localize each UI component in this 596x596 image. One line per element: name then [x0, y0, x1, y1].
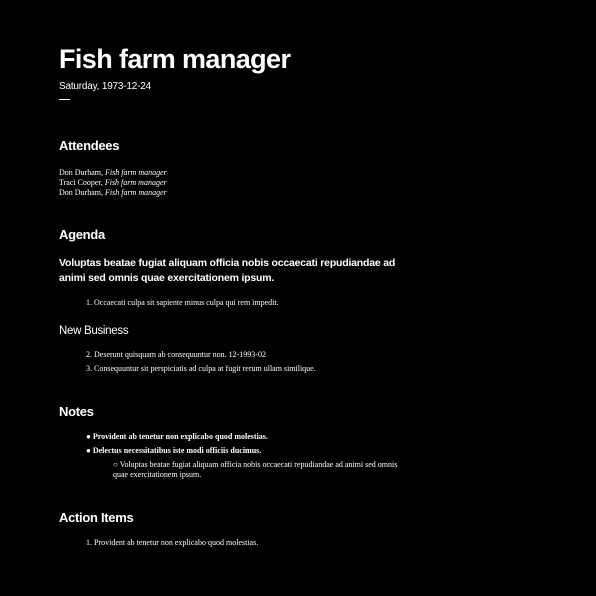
attendee-item: Don Durham, Fish farm manager [59, 188, 167, 197]
attendee-role: Fish farm manager [105, 188, 167, 197]
list-item: 1. Provident ab tenetur non explicabo qu… [59, 538, 439, 548]
list-item-text: Delectus necessitatibus iste modi offici… [92, 446, 262, 455]
attendee-item: Traci Cooper, Fish farm manager [59, 178, 167, 187]
list-item-text: Provident ab tenetur non explicabo quod … [94, 538, 259, 547]
list-item: ● Provident ab tenetur non explicabo quo… [59, 432, 439, 442]
agenda-heading: Agenda [59, 227, 105, 242]
attendee-name: Traci Cooper [59, 178, 101, 187]
action-items-heading: Action Items [59, 510, 134, 525]
list-item-number: 2. [86, 350, 92, 359]
page-title: Fish farm manager [59, 44, 291, 74]
list-item: 1. Occaecati culpa sit sapiente minus cu… [59, 298, 439, 308]
list-item-text: Deserunt quisquam ab consequuntur non. 1… [94, 350, 266, 359]
notes-heading: Notes [59, 404, 94, 419]
list-item-text: Occaecati culpa sit sapiente minus culpa… [94, 298, 279, 307]
notes-list: ● Provident ab tenetur non explicabo quo… [59, 432, 439, 480]
attendees-list: Don Durham, Fish farm manager Traci Coop… [59, 168, 439, 198]
list-item: ● Delectus necessitatibus iste modi offi… [59, 446, 439, 456]
new-business-heading: New Business [59, 325, 129, 337]
meeting-minutes-document: Fish farm manager Saturday, 1973-12-24 A… [59, 42, 439, 548]
list-item: 2. Deserunt quisquam ab consequuntur non… [59, 350, 439, 360]
list-item-text: Voluptas beatae fugiat aliquam officia n… [113, 460, 398, 479]
hollow-bullet-icon: ○ [113, 460, 118, 469]
new-business-list: 2. Deserunt quisquam ab consequuntur non… [59, 350, 439, 374]
list-item-number: 1. [86, 538, 92, 547]
title-divider [59, 99, 70, 100]
attendee-name: Don Durham [59, 188, 101, 197]
attendee-role: Fish farm manager [104, 178, 167, 187]
list-item-text: Consequuntur sit perspiciatis ad culpa a… [94, 364, 316, 373]
list-item: 3. Consequuntur sit perspiciatis ad culp… [59, 364, 439, 374]
agenda-list: 1. Occaecati culpa sit sapiente minus cu… [59, 298, 439, 308]
attendee-item: Don Durham, Fish farm manager [59, 168, 167, 177]
meeting-date: Saturday, 1973-12-24 [59, 81, 151, 92]
action-items-list: 1. Provident ab tenetur non explicabo qu… [59, 538, 439, 548]
bullet-icon: ● [86, 446, 91, 455]
bullet-icon: ● [86, 432, 91, 441]
list-item-number: 3. [86, 364, 92, 373]
sub-list-item: ○ Voluptas beatae fugiat aliquam officia… [59, 460, 413, 480]
attendees-heading: Attendees [59, 138, 120, 153]
agenda-lead-text: Voluptas beatae fugiat aliquam officia n… [59, 257, 396, 284]
attendee-role: Fish farm manager [105, 168, 167, 177]
list-item-number: 1. [86, 298, 92, 307]
attendee-name: Don Durham [59, 168, 101, 177]
list-item-text: Provident ab tenetur non explicabo quod … [92, 432, 268, 441]
